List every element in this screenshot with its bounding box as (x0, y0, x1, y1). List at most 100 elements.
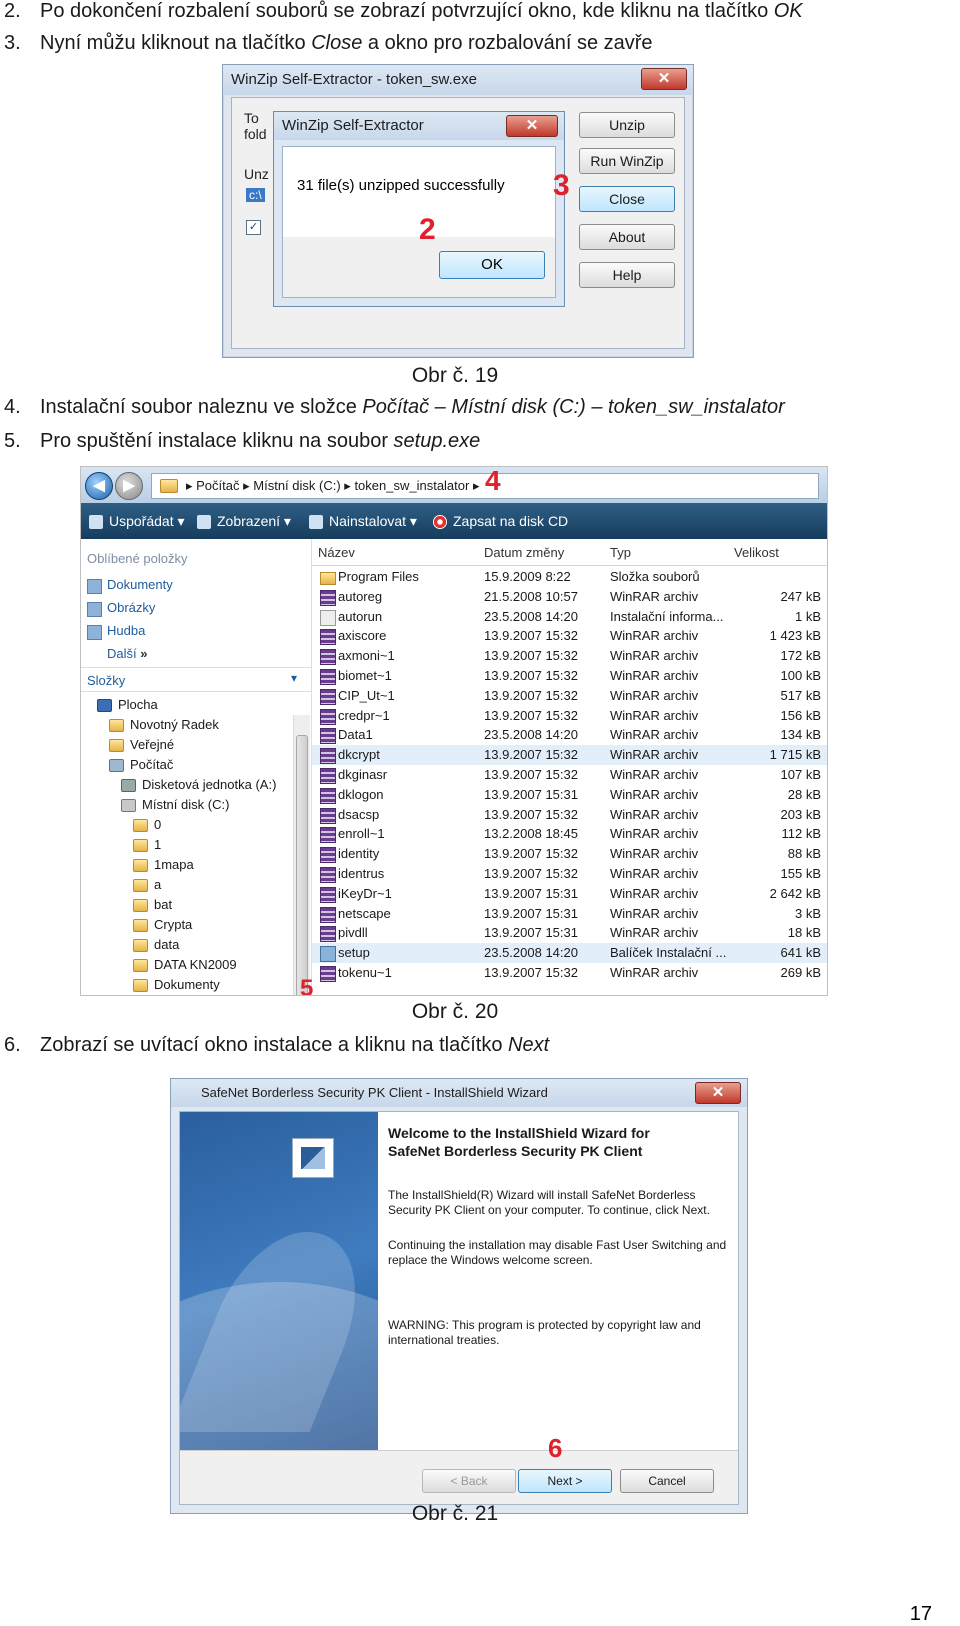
file-row[interactable]: iKeyDr~1 13.9.2007 15:31 WinRAR archiv 2 64… (312, 884, 827, 904)
winrar-archive-icon (320, 966, 336, 982)
dialog-close-icon[interactable]: ✕ (506, 115, 558, 137)
close-button[interactable]: Close (579, 186, 675, 212)
caption-19: Obr č. 19 (411, 364, 499, 387)
install-menu[interactable]: Nainstalovat ▾ (309, 503, 417, 539)
winzip-close-icon[interactable]: ✕ (641, 68, 687, 90)
tree-public[interactable]: Veřejné (109, 737, 174, 753)
file-row[interactable]: CIP_Ut~1 13.9.2007 15:32 WinRAR archiv 517 … (312, 686, 827, 706)
file-row[interactable]: Program Files 15.9.2009 8:22 Složka soubor… (312, 567, 827, 587)
breadcrumb-token-folder[interactable]: token_sw_instalator (354, 478, 469, 493)
address-bar: ◀ ▶ ▸ Počítač ▸ Místní disk (C:) ▸ token… (81, 467, 827, 503)
ok-button[interactable]: OK (439, 251, 545, 279)
file-date: 15.9.2009 8:22 (484, 569, 571, 584)
file-row[interactable]: identrus 13.9.2007 15:32 WinRAR archiv 155 … (312, 864, 827, 884)
user-folder-icon (109, 719, 124, 733)
tree-folder[interactable]: DATA KN2009 (133, 957, 237, 973)
tree-computer[interactable]: Počítač (109, 757, 173, 773)
file-row[interactable]: biomet~1 13.9.2007 15:32 WinRAR archiv 100 … (312, 666, 827, 686)
folders-header[interactable]: Složky (87, 673, 125, 688)
tree-folder[interactable]: bat (133, 897, 172, 913)
file-size: 134 kB (780, 727, 821, 743)
tree-user[interactable]: Novotný Radek (109, 717, 219, 733)
file-row[interactable]: dsacsp 13.9.2007 15:32 WinRAR archiv 203 kB (312, 805, 827, 825)
next-button[interactable]: Next > (518, 1469, 612, 1493)
tree-folder[interactable]: Dokumenty (133, 977, 220, 993)
col-type[interactable]: Typ (610, 545, 631, 560)
winzip-path-input[interactable]: c:\ (246, 188, 265, 202)
file-name: pivdll (338, 925, 368, 941)
tree-folder[interactable]: 0 (133, 817, 161, 833)
col-size[interactable]: Velikost (734, 545, 779, 560)
wizard-intro: The InstallShield(R) Wizard will install… (388, 1188, 710, 1217)
desktop-icon (97, 699, 112, 713)
file-row[interactable]: netscape 13.9.2007 15:31 WinRAR archiv 3 kB (312, 904, 827, 924)
file-type: WinRAR archiv (610, 885, 699, 901)
wizard-titlebar: SafeNet Borderless Security PK Client - … (171, 1079, 747, 1107)
scrollbar-thumb[interactable] (296, 735, 308, 995)
step-5-text: Pro spuštění instalace kliknu na soubor (40, 430, 394, 452)
file-row[interactable]: axiscore 13.9.2007 15:32 WinRAR archiv 1 42… (312, 626, 827, 646)
file-row[interactable]: axmoni~1 13.9.2007 15:32 WinRAR archiv 172 … (312, 646, 827, 666)
help-button[interactable]: Help (579, 262, 675, 288)
installer-package-icon (320, 946, 336, 963)
file-date: 13.9.2007 15:32 (484, 628, 578, 644)
tree-folder[interactable]: data (133, 937, 179, 953)
file-type: WinRAR archiv (610, 707, 699, 723)
file-row[interactable]: setup 23.5.2008 14:20 Balíček Instalační .… (312, 943, 827, 964)
burn-cd-button[interactable]: Zapsat na disk CD (433, 503, 568, 539)
file-type: WinRAR archiv (610, 905, 699, 921)
cancel-button[interactable]: Cancel (620, 1469, 714, 1493)
fav-more[interactable]: Další » (107, 646, 147, 661)
file-name: axiscore (338, 628, 387, 644)
step-2: 2. Po dokončení rozbalení souborů se zobr… (4, 0, 803, 22)
winrar-archive-icon (320, 827, 336, 844)
wizard-footer: < Back Next > Cancel 6 (180, 1433, 738, 1504)
file-size: 641 kB (780, 945, 821, 961)
breadcrumb-computer[interactable]: Počítač (196, 478, 239, 493)
about-button[interactable]: About (579, 224, 675, 250)
file-row[interactable]: credpr~1 13.9.2007 15:32 WinRAR archiv 156 … (312, 706, 827, 726)
folder-icon (133, 939, 148, 953)
tree-folder[interactable]: a (133, 877, 161, 893)
file-row[interactable]: Data1 23.5.2008 14:20 WinRAR archiv 134 kB (312, 725, 827, 745)
file-name: setup (338, 945, 370, 961)
file-row[interactable]: dkginasr 13.9.2007 15:32 WinRAR archiv 107 … (312, 765, 827, 785)
file-row[interactable]: dkcrypt 13.9.2007 15:32 WinRAR archiv 1 715… (312, 745, 827, 766)
fav-pictures[interactable]: Obrázky (87, 600, 155, 617)
file-row[interactable]: autoreg 21.5.2008 10:57 WinRAR archiv 247 k… (312, 587, 827, 607)
tree-folder[interactable]: 1 (133, 837, 161, 853)
organize-icon (89, 515, 103, 530)
dialog-message: 31 file(s) unzipped successfully (297, 177, 505, 194)
folder-icon (133, 899, 148, 913)
file-row[interactable]: tokenu~1 13.9.2007 15:32 WinRAR archiv 269 … (312, 963, 827, 983)
forward-arrow-icon[interactable]: ▶ (115, 472, 143, 500)
fav-documents[interactable]: Dokumenty (87, 577, 173, 594)
file-name: dkginasr (338, 767, 388, 782)
file-name: dsacsp (338, 806, 380, 822)
file-row[interactable]: autorun 23.5.2008 14:20 Instalační informa… (312, 607, 827, 627)
winzip-overwrite-checkbox[interactable]: ✓ (246, 220, 261, 235)
tree-folder[interactable]: 1mapa (133, 857, 194, 873)
unzip-button[interactable]: Unzip (579, 112, 675, 138)
file-row[interactable]: pivdll 13.9.2007 15:31 WinRAR archiv 18 kB (312, 923, 827, 943)
file-row[interactable]: identity 13.9.2007 15:32 WinRAR archiv 88 k… (312, 844, 827, 864)
organize-menu[interactable]: Uspořádat ▾ (89, 503, 185, 539)
collapse-chevron-icon[interactable]: ▾ (291, 671, 297, 685)
tree-floppy[interactable]: Disketová jednotka (A:) (121, 777, 276, 793)
tree-folder[interactable]: Crypta (133, 917, 192, 933)
col-name[interactable]: Název (318, 545, 355, 560)
tree-desktop[interactable]: Plocha (97, 697, 158, 713)
tree-scrollbar[interactable] (293, 715, 310, 995)
winzip-label-folder: fold (244, 126, 267, 142)
file-row[interactable]: dklogon 13.9.2007 15:31 WinRAR archiv 28 kB (312, 785, 827, 805)
file-row[interactable]: enroll~1 13.2.2008 18:45 WinRAR archiv 112 … (312, 824, 827, 844)
views-menu[interactable]: Zobrazení ▾ (197, 503, 291, 539)
run-winzip-button[interactable]: Run WinZip (579, 148, 675, 174)
wizard-close-icon[interactable]: ✕ (695, 1082, 741, 1104)
breadcrumb-local-disk[interactable]: Místní disk (C:) (253, 478, 340, 493)
back-arrow-icon[interactable]: ◀ (85, 472, 113, 500)
tree-local-disk[interactable]: Místní disk (C:) (121, 797, 229, 813)
fav-music[interactable]: Hudba (87, 623, 145, 640)
col-date[interactable]: Datum změny (484, 545, 564, 560)
back-button[interactable]: < Back (422, 1469, 516, 1493)
